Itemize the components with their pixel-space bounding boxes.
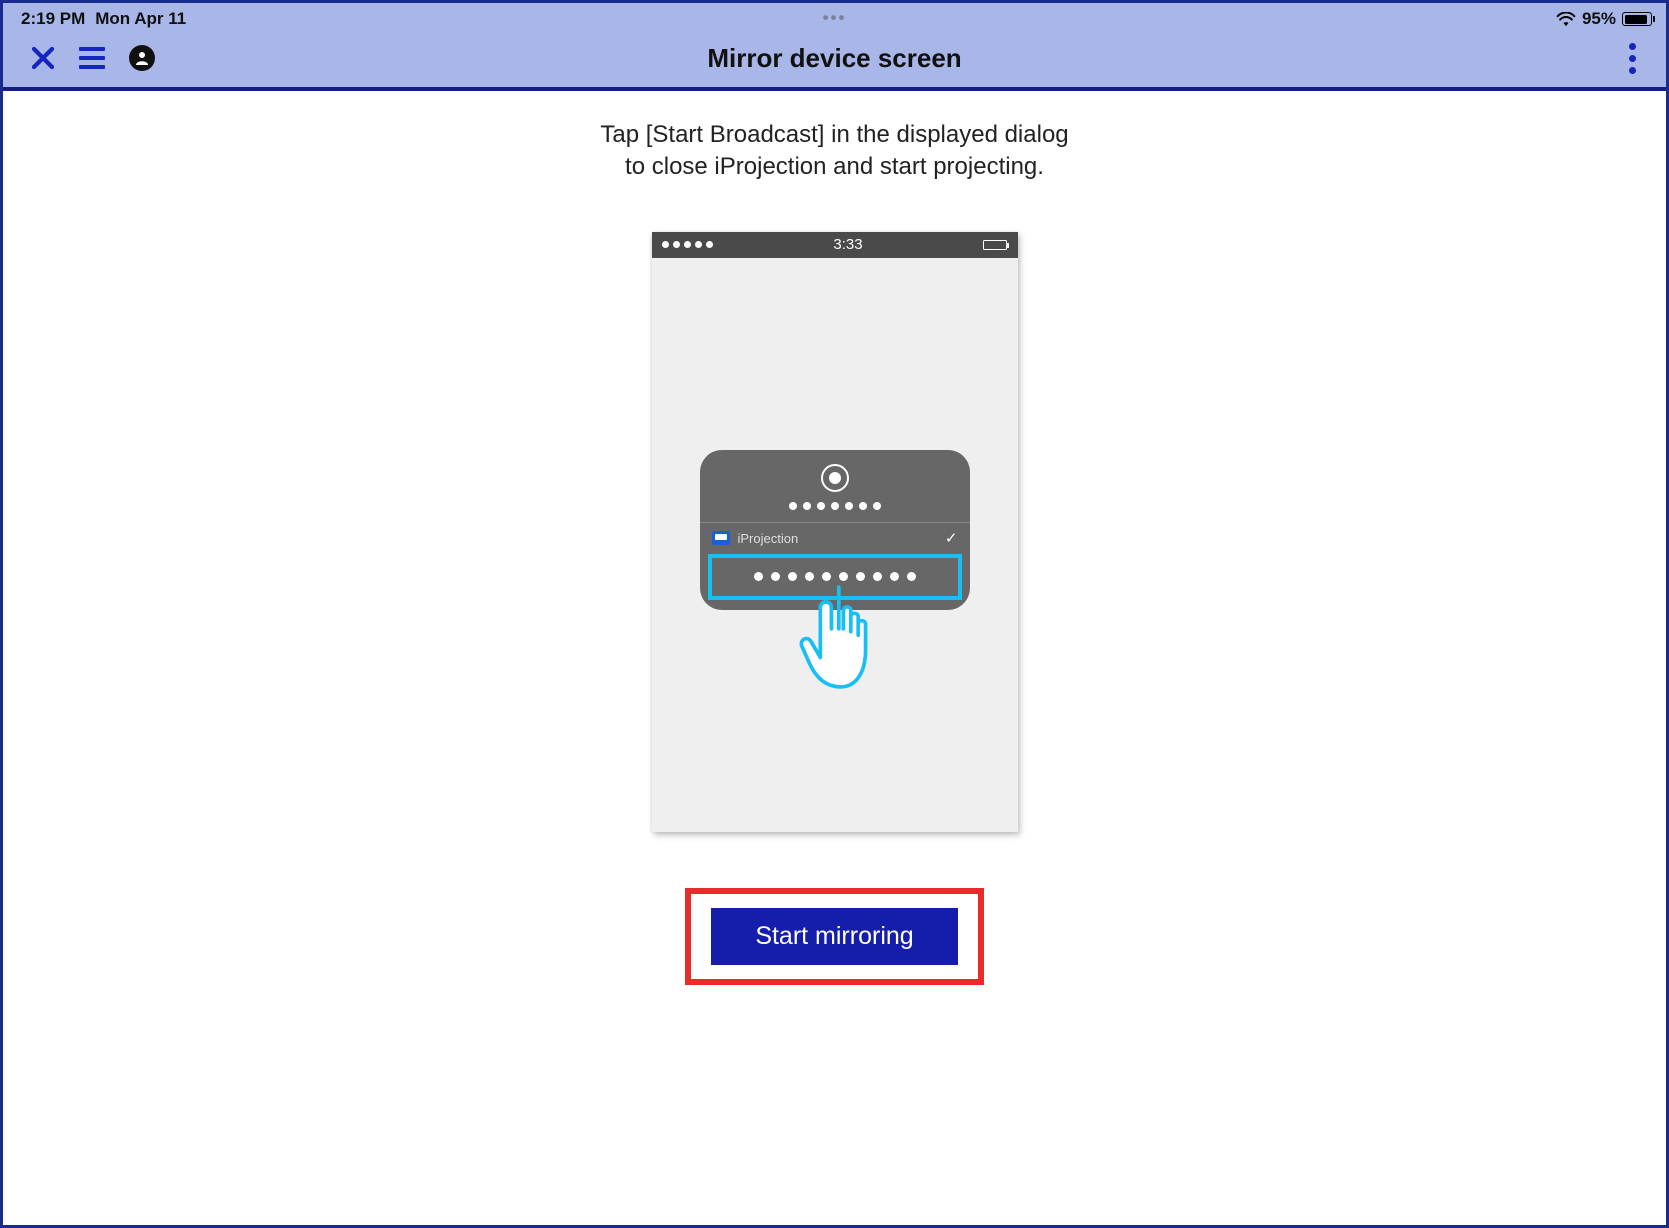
record-icon: [821, 464, 849, 492]
illustration-phone-statusbar: 3:33: [652, 232, 1018, 258]
obscured-text-dots: [789, 502, 881, 510]
tap-hand-icon: [791, 578, 886, 698]
user-icon[interactable]: [129, 45, 155, 71]
battery-percent: 95%: [1582, 9, 1616, 29]
signal-dots-icon: [662, 241, 713, 248]
illustration-battery-icon: [983, 240, 1007, 250]
multitask-handle-icon[interactable]: •••: [823, 8, 847, 28]
instruction-line-2: to close iProjection and start projectin…: [600, 151, 1068, 183]
iprojection-app-icon: [712, 531, 730, 545]
checkmark-icon: ✓: [945, 529, 958, 547]
illustration-phone: 3:33 iProjection ✓: [652, 232, 1018, 832]
ipad-status-bar: 2:19 PM Mon Apr 11 ••• 95%: [3, 3, 1666, 29]
battery-icon: [1622, 12, 1652, 26]
app-navbar: Mirror device screen: [3, 29, 1666, 91]
start-mirroring-button[interactable]: Start mirroring: [711, 908, 957, 965]
illustration-phone-time: 3:33: [833, 236, 862, 253]
close-icon[interactable]: [31, 46, 55, 70]
main-content: Tap [Start Broadcast] in the displayed d…: [3, 91, 1666, 985]
iprojection-label: iProjection: [738, 531, 799, 546]
status-time: 2:19 PM: [21, 9, 85, 29]
page-title: Mirror device screen: [707, 43, 961, 74]
instruction-line-1: Tap [Start Broadcast] in the displayed d…: [600, 119, 1068, 151]
instruction-text: Tap [Start Broadcast] in the displayed d…: [600, 119, 1068, 184]
iprojection-row: iProjection ✓: [700, 522, 970, 554]
more-options-icon[interactable]: [1629, 43, 1636, 74]
annotation-highlight-box: Start mirroring: [685, 888, 983, 985]
menu-icon[interactable]: [79, 47, 105, 69]
status-date: Mon Apr 11: [95, 9, 186, 29]
wifi-icon: [1556, 12, 1576, 27]
